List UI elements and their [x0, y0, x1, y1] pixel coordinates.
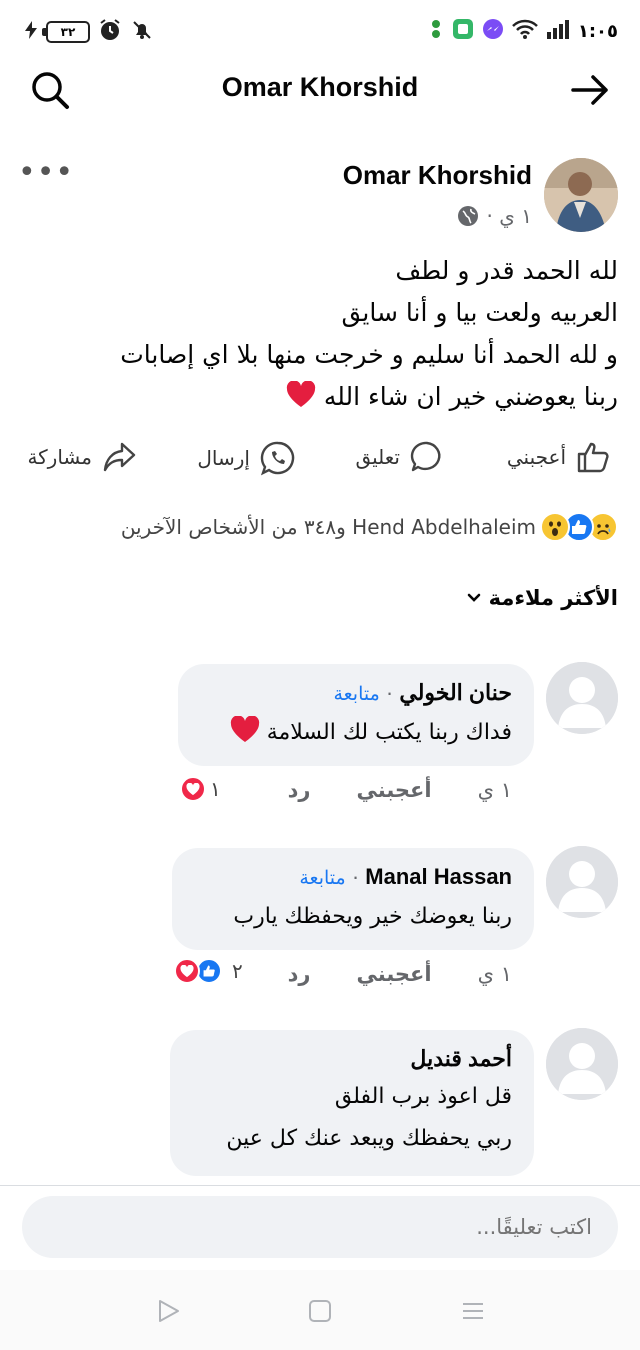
- default-avatar-icon: [546, 662, 618, 734]
- thumbs-up-icon: [577, 442, 609, 473]
- mute-icon: [130, 18, 154, 46]
- post-text: لله الحمد قدر و لطف العربيه ولعت بيا و أ…: [18, 250, 618, 418]
- comment-time: ١ ي: [477, 962, 512, 986]
- nav-back-button[interactable]: [156, 1298, 182, 1324]
- comment-label: تعليق: [355, 445, 400, 469]
- comment-reaction-count: ١: [210, 777, 221, 801]
- globe-icon: [457, 206, 478, 226]
- share-icon: [103, 442, 136, 472]
- signal-icon: [546, 19, 570, 43]
- comment-like-button[interactable]: أعجبني: [357, 778, 432, 802]
- follow-link[interactable]: متابعة: [299, 868, 345, 889]
- arrow-right-icon: [571, 75, 608, 105]
- comment-footer: ١ ي أعجبني رد: [242, 778, 512, 802]
- battery-icon: ٣٢: [42, 21, 90, 43]
- more-options-button[interactable]: •••: [18, 158, 74, 188]
- comment-text-line: قل اعوذ برب الفلق: [334, 1084, 512, 1109]
- comment-text: ربنا يعوضك خير ويحفظك يارب: [233, 904, 512, 929]
- love-reaction-icon: [180, 776, 206, 802]
- battery-level: ٣٢: [60, 25, 76, 39]
- comment-reactions[interactable]: ٢: [174, 958, 243, 984]
- send-whatsapp-button[interactable]: إرسال: [197, 440, 296, 476]
- comment-like-button[interactable]: أعجبني: [357, 962, 432, 986]
- heart-emoji-icon: [230, 715, 259, 742]
- nav-recents-button[interactable]: [460, 1298, 486, 1324]
- post-line-with-emoji: ربنا يعوضني خير ان شاء الله: [18, 376, 618, 418]
- reaction-icons: [540, 512, 618, 542]
- default-avatar-icon: [546, 1028, 618, 1100]
- comment-bubble: حنان الخولي · متابعة فداك ربنا يكتب لك ا…: [178, 664, 534, 766]
- author-avatar[interactable]: [544, 158, 618, 232]
- reactions-count-text: Hend Abdelhaleim و٣٤٨ من الأشخاص الآخرين: [120, 515, 536, 539]
- menu-lines-icon: [463, 1303, 483, 1319]
- commenter-avatar[interactable]: [546, 1028, 618, 1100]
- composer-divider: [0, 1185, 640, 1186]
- back-button[interactable]: [568, 68, 612, 112]
- comment-reaction-count: ٢: [232, 959, 243, 983]
- top-app-bar: Omar Khorshid: [0, 62, 640, 122]
- comment-footer: ١ ي أعجبني رد: [242, 962, 512, 986]
- alarm-icon: [98, 18, 122, 46]
- commenter-name[interactable]: حنان الخولي: [399, 680, 512, 705]
- app-green-icon: [452, 18, 474, 44]
- chevron-down-icon: [467, 593, 480, 602]
- comment-reply-button[interactable]: رد: [288, 778, 311, 802]
- commenter-name[interactable]: أحمد قنديل: [192, 1042, 512, 1076]
- whatsapp-icon: [260, 441, 295, 476]
- system-navigation-bar: [0, 1270, 640, 1350]
- comment-time: ١ ي: [477, 778, 512, 802]
- commenter-name[interactable]: Manal Hassan: [365, 864, 512, 889]
- comment-input[interactable]: [22, 1196, 618, 1258]
- comment-bubble: Manal Hassan · متابعة ربنا يعوضك خير ويح…: [172, 848, 534, 950]
- status-right: ١:٠٥: [428, 18, 618, 44]
- comment-text: فداك ربنا يكتب لك السلامة: [266, 720, 512, 745]
- sort-label: الأكثر ملاءمة: [488, 586, 618, 610]
- status-left: ٣٢: [24, 18, 154, 46]
- nav-home-button[interactable]: [307, 1298, 333, 1324]
- comment-bubble-icon: [410, 441, 441, 472]
- like-label: أعجبني: [506, 445, 566, 469]
- love-reaction-icon: [174, 958, 200, 984]
- wow-reaction-icon: [540, 512, 570, 542]
- page-title: Omar Khorshid: [221, 72, 419, 102]
- post-time: ١ ي ·: [486, 204, 532, 228]
- post-line: العربيه ولعت بيا و أنا سايق: [341, 298, 618, 327]
- charging-icon: [24, 21, 38, 43]
- play-triangle-icon: [159, 1300, 179, 1322]
- share-button[interactable]: مشاركة: [27, 440, 136, 474]
- post-actions: أعجبني تعليق إرسال مشاركة: [0, 440, 640, 492]
- comment-button[interactable]: تعليق: [355, 440, 444, 474]
- reactions-summary[interactable]: Hend Abdelhaleim و٣٤٨ من الأشخاص الآخرين: [121, 512, 618, 542]
- default-avatar-icon: [546, 846, 618, 918]
- comment-bubble: أحمد قنديل قل اعوذ برب الفلق ربي يحفظك و…: [170, 1030, 534, 1176]
- follow-link[interactable]: متابعة: [333, 684, 379, 705]
- send-label: إرسال: [197, 446, 250, 470]
- post-line: ربنا يعوضني خير ان شاء الله: [323, 382, 618, 411]
- post-author-name[interactable]: Omar Khorshid: [343, 160, 532, 191]
- post-meta: ١ ي ·: [457, 204, 532, 228]
- comment-reply-button[interactable]: رد: [288, 962, 311, 986]
- share-label: مشاركة: [27, 445, 92, 469]
- comment-reactions[interactable]: ١: [180, 776, 221, 802]
- commenter-avatar[interactable]: [546, 846, 618, 918]
- like-button[interactable]: أعجبني: [507, 440, 610, 474]
- heart-emoji-icon: [286, 380, 316, 411]
- wifi-icon: [511, 18, 538, 44]
- square-icon: [309, 1300, 331, 1322]
- post-line: و لله الحمد أنا سليم و خرجت منها بلا اي …: [120, 340, 618, 369]
- app-notification-icon: [428, 18, 444, 44]
- comment-sort-dropdown[interactable]: الأكثر ملاءمة: [467, 586, 618, 610]
- status-time: ١:٠٥: [577, 20, 618, 42]
- messenger-icon: [482, 18, 504, 44]
- status-bar: ٣٢ ١:٠٥: [0, 0, 640, 62]
- commenter-avatar[interactable]: [546, 662, 618, 734]
- post-line: لله الحمد قدر و لطف: [395, 256, 618, 285]
- comment-text-line: ربي يحفظك ويبعد عنك كل عين: [226, 1126, 512, 1151]
